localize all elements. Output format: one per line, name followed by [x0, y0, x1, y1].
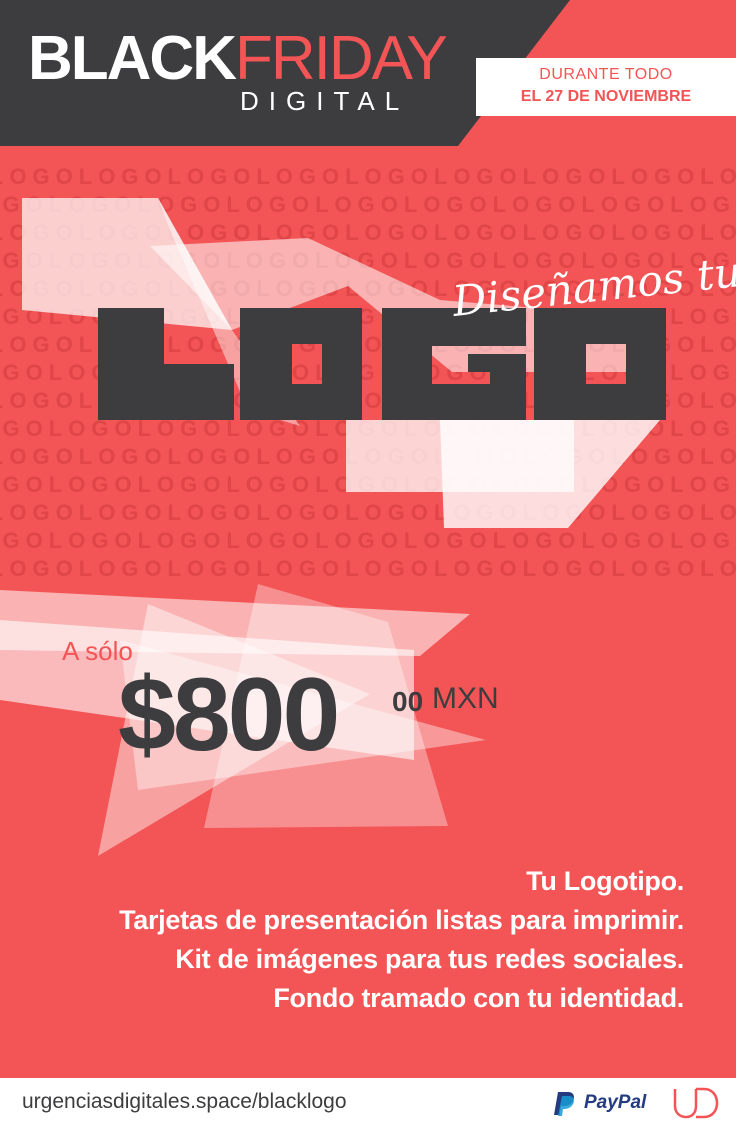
price-currency: MXN	[432, 682, 499, 715]
footer-bar: urgenciasdigitales.space/blacklogo PayPa…	[0, 1078, 736, 1128]
date-line-2: EL 27 DE NOVIEMBRE	[520, 88, 692, 105]
feature-item: Tarjetas de presentación listas para imp…	[119, 905, 684, 935]
price-cents: 00	[392, 686, 424, 717]
logo-letter-o	[240, 308, 362, 420]
price-amount: $800	[118, 657, 340, 773]
title-black: BLACK	[28, 24, 237, 93]
poster: LOGOLOGOLOGOLOGOLOGOLOGOLOGOLOGOLOGOLOGO…	[0, 0, 736, 1128]
paypal-label: PayPal	[584, 1092, 647, 1113]
paypal-icon	[554, 1092, 574, 1116]
feature-item: Tu Logotipo.	[526, 866, 684, 896]
feature-item: Kit de imágenes para tus redes sociales.	[175, 944, 684, 974]
date-line-1: DURANTE TODO	[539, 66, 673, 83]
website-url[interactable]: urgenciasdigitales.space/blacklogo	[22, 1090, 347, 1114]
ud-logo-icon	[673, 1087, 719, 1119]
hero-facet-5	[440, 420, 660, 528]
date-badge: DURANTE TODO EL 27 DE NOVIEMBRE	[476, 58, 736, 116]
title-digital: DIGITAL	[240, 86, 410, 116]
black-friday-title: BLACKFRIDAY	[28, 28, 448, 90]
title-friday: FRIDAY	[234, 24, 448, 93]
feature-item: Fondo tramado con tu identidad.	[273, 983, 684, 1013]
feature-list: Tu Logotipo. Tarjetas de presentación li…	[119, 862, 684, 1018]
